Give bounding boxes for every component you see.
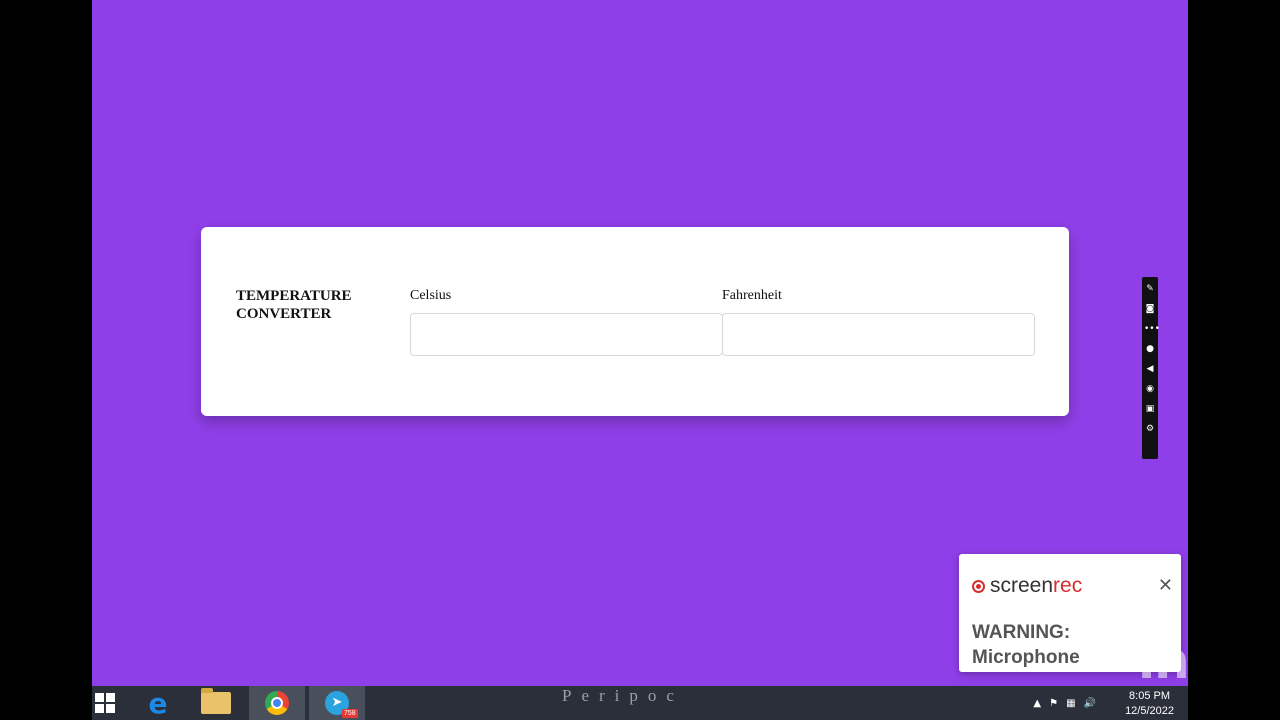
camera-icon[interactable]: ◙ (1144, 299, 1156, 319)
brand-text-accent: rec (1053, 574, 1083, 597)
taskbar-clock[interactable]: 8:05 PM 12/5/2022 (1125, 689, 1174, 719)
pen-icon[interactable]: ✎ (1144, 279, 1156, 299)
celsius-input[interactable] (410, 313, 723, 356)
telegram-button[interactable]: ➤ 758 (309, 686, 365, 720)
windows-icon (95, 693, 115, 713)
fahrenheit-input[interactable] (722, 313, 1035, 356)
internet-explorer-button[interactable]: e (130, 686, 186, 720)
watermark: inShOt (1138, 632, 1188, 690)
window-icon[interactable]: ▣ (1144, 399, 1156, 419)
more-icon[interactable]: ••• (1144, 319, 1160, 339)
volume-icon[interactable]: 🔊 (1084, 698, 1096, 709)
taskbar-center-text: Peripoc (562, 686, 684, 705)
clock-time: 8:05 PM (1129, 690, 1171, 702)
screenrec-logo: screen rec (972, 574, 1082, 598)
page-title: TEMPERATURE CONVERTER (236, 288, 352, 322)
system-tray: ▲ ⚑ ▦ 🔊 (1033, 686, 1096, 720)
settings-icon[interactable]: ⚙ (1144, 419, 1156, 439)
recorder-toolbar: ✎ ◙ ••• ● ◀ ◉ ▣ ⚙ (1142, 277, 1160, 459)
chrome-icon (265, 691, 289, 715)
start-button[interactable] (92, 686, 118, 720)
chevron-up-icon[interactable]: ▲ (1033, 698, 1041, 709)
record-icon (972, 579, 985, 593)
folder-icon (201, 688, 231, 714)
microphone-warning: WARNING: Microphone (972, 622, 1080, 668)
clock-date: 12/5/2022 (1125, 705, 1174, 717)
desktop-screen: TEMPERATURE CONVERTER Celsius Fahrenheit… (92, 0, 1188, 720)
file-explorer-button[interactable] (188, 686, 244, 720)
chrome-button[interactable] (249, 686, 305, 720)
taskbar: e ➤ 758 Peripoc ▲ ⚑ ▦ 🔊 8:05 PM 12/5/202… (92, 686, 1188, 720)
microphone-icon[interactable]: ● (1144, 339, 1156, 359)
network-icon[interactable]: ▦ (1066, 698, 1075, 709)
speaker-icon[interactable]: ◀ (1144, 359, 1156, 379)
internet-explorer-icon: e (148, 686, 168, 720)
fahrenheit-label: Fahrenheit (722, 288, 782, 303)
brand-text: screen (990, 574, 1054, 597)
close-icon[interactable]: ✕ (1158, 575, 1173, 596)
webcam-icon[interactable]: ◉ (1144, 379, 1156, 399)
flag-icon[interactable]: ⚑ (1049, 698, 1058, 709)
converter-card: TEMPERATURE CONVERTER Celsius Fahrenheit (201, 227, 1069, 416)
telegram-badge: 758 (342, 709, 358, 718)
celsius-label: Celsius (410, 288, 452, 303)
